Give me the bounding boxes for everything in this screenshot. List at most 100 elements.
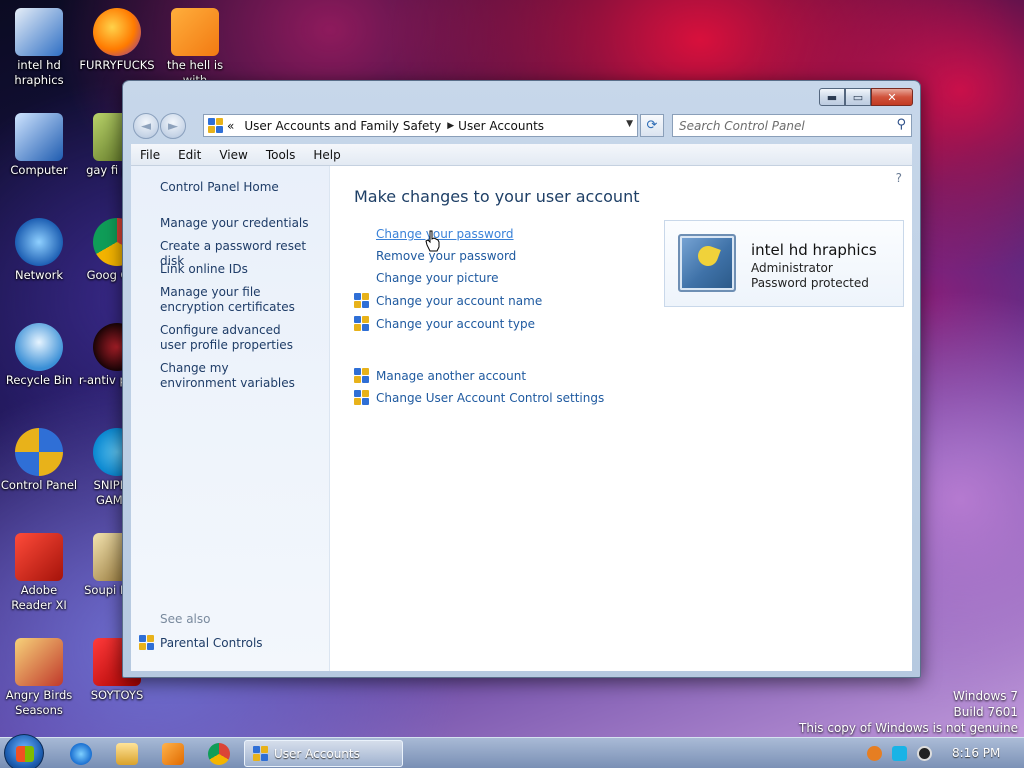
account-card: intel hd hraphics Administrator Password… (664, 220, 904, 307)
search-tray-icon[interactable] (867, 746, 882, 761)
account-name: intel hd hraphics (751, 241, 877, 259)
breadcrumb-user-accounts-family-safety[interactable]: User Accounts and Family Safety (240, 119, 447, 133)
uac-settings-label: Change User Account Control settings (376, 390, 605, 405)
hand-cursor-icon (425, 230, 440, 252)
link-online-ids-link[interactable]: Link online IDs (160, 262, 325, 277)
windows-watermark: Windows 7 Build 7601 This copy of Window… (799, 688, 1018, 736)
desktop-icon-label: intel hd hraphics (14, 58, 64, 87)
watermark-build: Build 7601 (953, 705, 1018, 719)
desktop-icon-label: SOYTOYS (90, 688, 144, 702)
adobe-reader-icon (15, 533, 63, 581)
refresh-button[interactable]: ⟳ (640, 114, 664, 137)
back-button[interactable]: ◄ (133, 113, 159, 139)
caption-buttons: ▬ ▭ ✕ (819, 88, 913, 106)
manage-another-account-label: Manage another account (376, 368, 527, 383)
desktop-icon-network[interactable]: Network (0, 218, 78, 283)
media-player-icon[interactable] (162, 743, 184, 765)
desktop-icon-label: Recycle Bin (5, 373, 73, 387)
parental-controls-icon (139, 635, 154, 650)
breadcrumb-overflow[interactable]: « (223, 119, 240, 133)
change-password-link[interactable]: Change your password (376, 227, 514, 241)
change-account-type-link[interactable]: Change your account type (354, 316, 535, 331)
desktop-icon-label: Computer (10, 163, 68, 177)
menu-file[interactable]: File (131, 148, 169, 162)
change-account-name-link[interactable]: Change your account name (354, 293, 542, 308)
control-panel-icon (253, 746, 268, 761)
uac-shield-icon (354, 293, 369, 308)
uac-shield-icon (354, 390, 369, 405)
manage-another-account-link[interactable]: Manage another account (354, 368, 526, 383)
menu-tools[interactable]: Tools (257, 148, 305, 162)
desktop-icon-label: Adobe Reader XI (11, 583, 67, 612)
account-password-status: Password protected (751, 276, 869, 290)
parental-controls-label: Parental Controls (160, 635, 263, 650)
menu-help[interactable]: Help (304, 148, 349, 162)
explorer-folder-icon[interactable] (116, 743, 138, 765)
page-title: Make changes to your user account (354, 187, 640, 206)
left-task-pane: Control Panel Home Manage your credentia… (131, 166, 330, 671)
uac-shield-icon (354, 316, 369, 331)
control-panel-icon (208, 118, 223, 133)
help-icon[interactable]: ? (896, 171, 902, 185)
desktop-icon-label: Angry Birds Seasons (5, 688, 73, 717)
recycle-bin-icon (15, 323, 63, 371)
account-role: Administrator (751, 261, 833, 275)
advanced-user-profile-link[interactable]: Configure advanced user profile properti… (160, 323, 305, 353)
computer-icon (15, 113, 63, 161)
desktop-icon-the-hell[interactable]: the hell is with (156, 8, 234, 88)
start-button[interactable] (4, 734, 44, 768)
forward-button[interactable]: ► (160, 113, 186, 139)
desktop-icon-intel-hd[interactable]: intel hd hraphics (0, 8, 78, 88)
watermark-genuine-notice: This copy of Windows is not genuine (799, 721, 1018, 735)
remove-password-link[interactable]: Remove your password (376, 249, 516, 263)
menu-view[interactable]: View (210, 148, 256, 162)
desktop-icon-label: Control Panel (0, 478, 78, 492)
search-input[interactable]: Search Control Panel ⚲ (672, 114, 912, 137)
display-tray-icon[interactable] (892, 746, 907, 761)
uac-settings-link[interactable]: Change User Account Control settings (354, 390, 604, 405)
desktop-icon-angry-birds[interactable]: Angry Birds Seasons (0, 638, 78, 718)
desktop-icon-label: FURRYFUCKS (79, 58, 155, 72)
chrome-icon[interactable] (208, 743, 230, 765)
desktop-icon-control-panel[interactable]: Control Panel (0, 428, 78, 493)
control-panel-icon (15, 428, 63, 476)
close-button[interactable]: ✕ (871, 88, 913, 106)
navigation-bar: ◄ ► « User Accounts and Family Safety ▶ … (131, 111, 912, 139)
change-account-type-label: Change your account type (376, 316, 535, 331)
internet-explorer-icon[interactable] (70, 743, 92, 765)
maximize-button[interactable]: ▭ (845, 88, 871, 106)
parental-controls-link[interactable]: Parental Controls (139, 635, 263, 650)
network-icon (15, 218, 63, 266)
minimize-button[interactable]: ▬ (819, 88, 845, 106)
file-encryption-certificates-link[interactable]: Manage your file encryption certificates (160, 285, 320, 315)
system-clock[interactable]: 8:16 PM (952, 746, 1000, 760)
network-tray-icon[interactable] (917, 746, 932, 761)
angry-birds-icon (15, 638, 63, 686)
environment-variables-link[interactable]: Change my environment variables (160, 361, 300, 391)
firefox-icon (93, 8, 141, 56)
desktop-icon-recycle-bin[interactable]: Recycle Bin (0, 323, 78, 388)
breadcrumb-arrow-icon[interactable]: ▶ (447, 121, 454, 131)
user-avatar[interactable] (678, 234, 736, 292)
desktop-icon-label: Network (14, 268, 64, 282)
menu-edit[interactable]: Edit (169, 148, 210, 162)
taskbar-task-label: User Accounts (274, 746, 360, 761)
content-area: Control Panel Home Manage your credentia… (131, 166, 912, 671)
manage-credentials-link[interactable]: Manage your credentials (160, 216, 325, 231)
taskbar-user-accounts[interactable]: User Accounts (244, 740, 403, 767)
change-picture-link[interactable]: Change your picture (376, 271, 498, 285)
desktop-icon-computer[interactable]: Computer (0, 113, 78, 178)
see-also-label: See also (160, 612, 211, 626)
desktop-icon-adobe-reader[interactable]: Adobe Reader XI (0, 533, 78, 613)
control-panel-home-link[interactable]: Control Panel Home (160, 180, 325, 195)
address-bar[interactable]: « User Accounts and Family Safety ▶ User… (203, 114, 638, 137)
search-icon[interactable]: ⚲ (896, 117, 906, 132)
uc-browser-icon (171, 8, 219, 56)
uac-shield-icon (354, 368, 369, 383)
search-placeholder: Search Control Panel (679, 118, 805, 133)
address-dropdown-icon[interactable]: ▼ (626, 119, 633, 129)
user-accounts-window: ▬ ▭ ✕ ◄ ► « User Accounts and Family Saf… (122, 80, 921, 678)
desktop-icon-furryfucks[interactable]: FURRYFUCKS (78, 8, 156, 73)
intel-graphics-icon (15, 8, 63, 56)
breadcrumb-user-accounts[interactable]: User Accounts (454, 119, 550, 133)
